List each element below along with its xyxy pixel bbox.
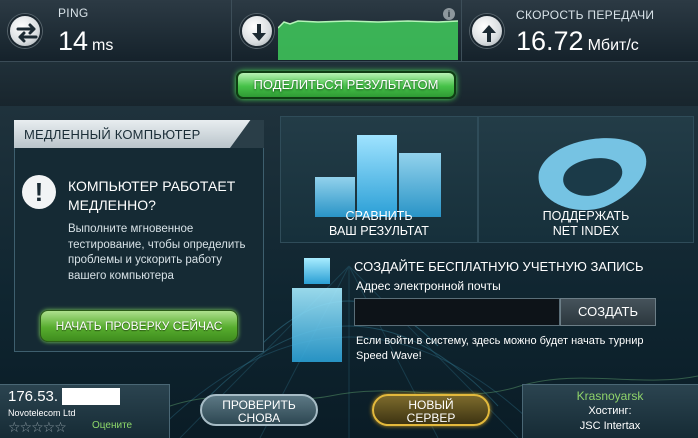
email-label: Адрес электронной почты (356, 279, 501, 293)
compare-label: СРАВНИТЬ ВАШ РЕЗУЛЬТАТ (281, 209, 477, 239)
support-label: ПОДДЕРЖАТЬ NET INDEX (479, 209, 693, 239)
upload-arrow-icon (470, 14, 504, 48)
share-result-button[interactable]: ПОДЕЛИТЬСЯ РЕЗУЛЬТАТОМ (236, 71, 456, 99)
create-account-button[interactable]: СОЗДАТЬ (560, 298, 656, 326)
upload-unit: Мбит/с (587, 37, 639, 54)
download-arrow-icon (240, 14, 274, 48)
support-line-2: NET INDEX (552, 224, 620, 238)
compare-line-2: ВАШ РЕЗУЛЬТАТ (329, 224, 429, 238)
upload-number: 16.72 (516, 26, 584, 56)
result-header: PING 14 ms i СКОРОСТЬ ПЕРЕДАЧИ 16.72 Мбит/… (0, 0, 698, 62)
slow-computer-title: МЕДЛЕННЫЙ КОМПЬЮТЕР (24, 127, 201, 142)
ip-address: 176.53. (8, 388, 59, 405)
signup-title: СОЗДАЙТЕ БЕСПЛАТНУЮ УЧЕТНУЮ ЗАПИСЬ (354, 259, 644, 274)
rating-stars[interactable]: ☆☆☆☆☆ (8, 419, 67, 436)
host-label: Хостинг: (588, 405, 632, 417)
support-net-index-tile[interactable]: ПОДДЕРЖАТЬ NET INDEX (478, 116, 694, 243)
signup-note: Если войти в систему, здесь можно будет … (356, 335, 644, 362)
download-speed-graph (278, 20, 458, 60)
isp-name: Novotelecom Ltd (8, 408, 76, 418)
upload-panel: СКОРОСТЬ ПЕРЕДАЧИ 16.72 Мбит/с (462, 0, 698, 62)
ip-redaction (62, 388, 120, 405)
support-line-1: ПОДДЕРЖАТЬ (542, 209, 630, 223)
ping-number: 14 (58, 26, 89, 56)
new-server-line-2: СЕРВЕР (406, 411, 456, 425)
new-server-button[interactable]: НОВЫЙ СЕРВЕР (372, 394, 490, 426)
retry-test-button[interactable]: ПРОВЕРИТЬ СНОВА (200, 394, 318, 426)
slow-computer-heading: КОМПЬЮТЕР РАБОТАЕТ МЕДЛЕННО? (68, 178, 236, 213)
rate-isp-link[interactable]: Оцените (92, 420, 132, 431)
ping-unit: ms (92, 37, 114, 54)
server-city[interactable]: Krasnoyarsk (522, 389, 698, 403)
download-panel: i (232, 0, 462, 62)
ping-label: PING (58, 6, 89, 20)
warning-icon: ! (22, 175, 56, 209)
slow-computer-description: Выполните мгновенное тестирование, чтобы… (68, 223, 246, 282)
ping-value: 14 ms (58, 26, 113, 57)
ping-icon (8, 14, 42, 48)
email-field[interactable] (354, 298, 560, 326)
start-check-button[interactable]: НАЧАТЬ ПРОВЕРКУ СЕЙЧАС (40, 310, 238, 342)
user-figure-icon (292, 258, 342, 362)
upload-label: СКОРОСТЬ ПЕРЕДАЧИ (516, 8, 655, 22)
compare-results-tile[interactable]: СРАВНИТЬ ВАШ РЕЗУЛЬТАТ (280, 116, 478, 243)
info-icon[interactable]: i (443, 8, 455, 20)
host-name: JSC Intertax (579, 420, 641, 432)
retry-line-2: СНОВА (237, 411, 281, 425)
upload-value: 16.72 Мбит/с (516, 26, 639, 57)
ping-panel: PING 14 ms (0, 0, 232, 62)
compare-line-1: СРАВНИТЬ (345, 209, 413, 223)
